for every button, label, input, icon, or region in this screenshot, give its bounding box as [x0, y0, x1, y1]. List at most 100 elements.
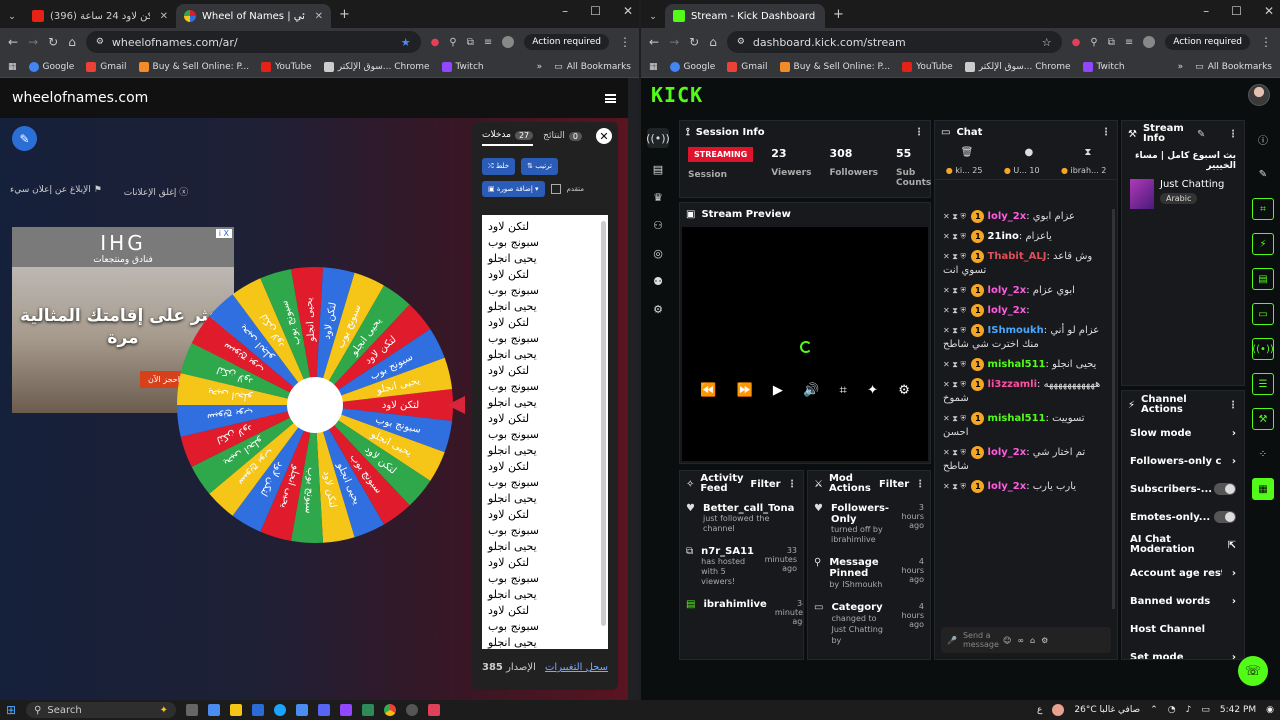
panel-menu-icon[interactable]: ⋮	[1228, 129, 1238, 140]
close-panel-icon[interactable]: ✕	[596, 128, 612, 144]
account-age-row[interactable]: Account age restri›	[1122, 559, 1244, 587]
bookmark-gmail[interactable]: Gmail	[727, 61, 768, 72]
close-window-icon[interactable]: ✕	[623, 4, 633, 18]
moderation-icons[interactable]: ✕ ⧗ ⛨	[943, 212, 966, 221]
chat-username[interactable]: loly_2x	[988, 447, 1027, 458]
app-icon[interactable]	[428, 704, 441, 716]
entries-scrollbar[interactable]	[601, 221, 606, 626]
document-icon[interactable]: ▤	[1252, 268, 1274, 290]
chatter-chip[interactable]: ● ibrah... 2	[1061, 166, 1106, 175]
analytics-nav-icon[interactable]: ▤	[653, 163, 663, 176]
target-nav-icon[interactable]: ◎	[653, 247, 663, 260]
windows-start-icon[interactable]: ⊞	[6, 703, 16, 717]
chat-input[interactable]: 🎤 Send a message ☺ ∞ ⌂ ⚙	[941, 627, 1111, 653]
close-window-icon[interactable]: ✕	[1264, 4, 1274, 18]
help-chat-button[interactable]: ☏	[1238, 656, 1268, 686]
wifi-icon[interactable]: ◔	[1168, 705, 1176, 715]
apps-grid-icon[interactable]: ▦	[8, 62, 17, 72]
chat-username[interactable]: loly_2x	[988, 285, 1027, 296]
copilot-icon[interactable]	[208, 704, 221, 716]
sort-button[interactable]: ⇅ ترتيب	[521, 158, 558, 175]
close-tab-icon[interactable]: ✕	[160, 11, 168, 22]
wrench-icon[interactable]: ⚒	[1252, 408, 1274, 430]
chat-username[interactable]: mishal511	[988, 413, 1046, 424]
media-icon[interactable]: ≡	[1125, 37, 1133, 48]
app-icon[interactable]	[406, 704, 419, 716]
hourglass-icon[interactable]: ⧗	[1084, 147, 1091, 158]
settings-icon[interactable]: ⚙	[898, 383, 910, 398]
shuffle-button[interactable]: ⤮ خلط	[482, 158, 516, 175]
bookmark-chrome-store[interactable]: سوق الإلكتر... Chrome	[323, 61, 430, 72]
weather[interactable]: 26°C صافي غالبا	[1074, 705, 1140, 715]
extensions-puzzle-icon[interactable]: ⧉	[1108, 37, 1115, 48]
tab-results[interactable]: النتائج 0	[543, 131, 582, 145]
host-channel-row[interactable]: Host Channel	[1122, 615, 1244, 643]
changelog-link[interactable]: سجل التغييرات	[545, 662, 608, 673]
close-ads-link[interactable]: إغلق الإعلانات ⓧ	[124, 185, 189, 198]
slow-mode-row[interactable]: Slow mode ›	[1122, 419, 1244, 447]
emotes-only-toggle[interactable]	[1214, 511, 1236, 523]
trash-icon[interactable]: 🗑	[961, 147, 974, 158]
entries-textarea[interactable]: لتكن لاود سبونج بوب يحيى انجلو لتكن لاود سبو…	[482, 215, 608, 649]
moderation-icons[interactable]: ✕ ⧗ ⛨	[943, 252, 966, 261]
users-nav-icon[interactable]: ⚉	[653, 275, 663, 288]
chat-username[interactable]: loly_2x	[988, 211, 1027, 222]
mic-icon[interactable]: 🎤	[947, 636, 957, 645]
bookmark-google[interactable]: Google	[669, 61, 715, 72]
chat-username[interactable]: IShmoukh	[988, 325, 1044, 336]
extension-icon[interactable]: ⚲	[449, 37, 456, 48]
fast-forward-icon[interactable]: ⏩	[737, 383, 753, 398]
community-nav-icon[interactable]: ⚇	[653, 219, 663, 232]
address-bar[interactable]: ⚙ dashboard.kick.com/stream ☆	[726, 31, 1062, 53]
back-icon[interactable]: ←	[8, 35, 18, 49]
tab-wheel-of-names[interactable]: Wheel of Names | العشوائي ✕	[176, 4, 331, 28]
chat-username[interactable]: li3zzamli	[988, 379, 1037, 390]
moderation-icons[interactable]: ✕ ⧗ ⛨	[943, 286, 966, 295]
minimize-icon[interactable]: –	[1203, 4, 1209, 18]
report-ad-link[interactable]: الإبلاغ عن إعلان سيء ⚑	[10, 185, 102, 198]
site-info-icon[interactable]: ⚙	[737, 37, 745, 47]
ad-info-icon[interactable]: i X	[215, 229, 232, 238]
infinity-icon[interactable]: ∞	[1017, 636, 1024, 645]
all-bookmarks[interactable]: ▭ All Bookmarks	[1195, 62, 1272, 72]
panel-menu-icon[interactable]: ⋮	[787, 479, 797, 490]
moderation-icons[interactable]: ✕ ⧗ ⛨	[943, 414, 966, 423]
bookmark-star-icon[interactable]: ☆	[1042, 36, 1052, 49]
spinning-wheel[interactable]: لتكن لاودسبونج بوبيحيى انجلولتكن لاودسبو…	[175, 265, 455, 545]
chat-username[interactable]: loly_2x	[988, 305, 1027, 316]
profile-avatar-icon[interactable]	[1143, 36, 1156, 48]
chat-scrollbar[interactable]	[1112, 209, 1115, 609]
browser-menu-icon[interactable]: ⋮	[1260, 35, 1272, 49]
stream-nav-icon[interactable]: ((•))	[646, 128, 670, 148]
extensions-puzzle-icon[interactable]: ⧉	[467, 37, 474, 48]
chat-icon[interactable]: ▭	[1252, 303, 1274, 325]
site-title[interactable]: wheelofnames.com	[12, 90, 148, 106]
reload-icon[interactable]: ↻	[48, 35, 58, 49]
chat-username[interactable]: Thabit_ALJ	[988, 251, 1047, 262]
chat-bubble-icon[interactable]: ●	[1024, 147, 1033, 158]
menu-icon[interactable]	[605, 93, 616, 103]
edge-icon[interactable]	[274, 704, 287, 716]
tab-entries[interactable]: مدخلات 27	[482, 130, 534, 146]
settings-nav-icon[interactable]: ⚙	[653, 303, 663, 316]
bookmarks-overflow-icon[interactable]: »	[537, 62, 543, 72]
bookmark-star-icon[interactable]: ★	[401, 36, 411, 49]
moderation-icons[interactable]: ✕ ⧗ ⛨	[943, 326, 966, 335]
mail-icon[interactable]	[252, 704, 265, 716]
layers-icon[interactable]: ☰	[1252, 373, 1274, 395]
bookmark-youtube[interactable]: YouTube	[261, 61, 312, 72]
bookmark-youtube[interactable]: YouTube	[902, 61, 953, 72]
action-required-button[interactable]: Action required	[524, 34, 609, 50]
shapes-icon[interactable]: ⁘	[1252, 443, 1274, 465]
activity-filter-button[interactable]: Filter	[750, 479, 780, 490]
moderation-icons[interactable]: ✕ ⧗ ⛨	[943, 380, 966, 389]
bookmark-chrome-store[interactable]: سوق الإلكتر... Chrome	[964, 61, 1071, 72]
panel-menu-icon[interactable]: ⋮	[1228, 400, 1238, 411]
bookmark-twitch[interactable]: Twitch	[441, 61, 484, 72]
moderation-icons[interactable]: ✕ ⧗ ⛨	[943, 448, 966, 457]
followers-only-row[interactable]: Followers-only cha›	[1122, 447, 1244, 475]
panel-menu-icon[interactable]: ⋮	[914, 127, 924, 138]
extension-icon[interactable]: ●	[1072, 37, 1081, 48]
subscribers-only-toggle[interactable]	[1214, 483, 1236, 495]
edit-icon[interactable]: ✎	[1197, 129, 1205, 140]
